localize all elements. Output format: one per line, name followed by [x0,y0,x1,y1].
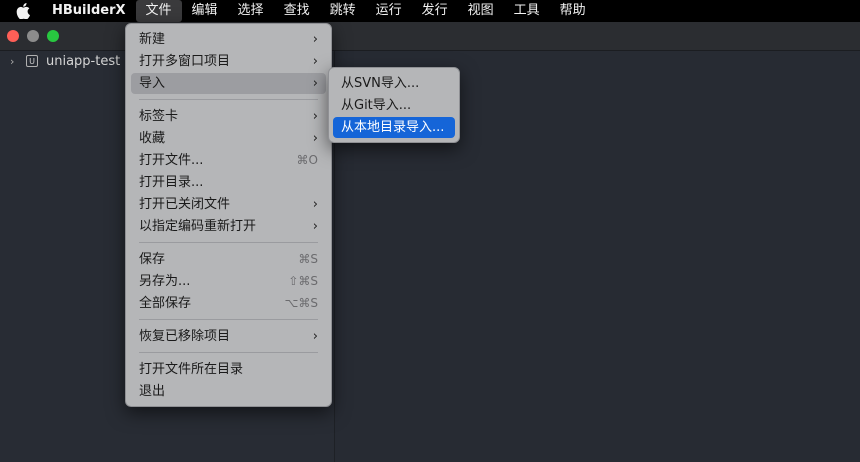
submenu-item-import-local-dir[interactable]: 从本地目录导入... [333,117,455,138]
project-name: uniapp-test [46,53,121,69]
menu-item-label: 以指定编码重新打开 [139,219,257,234]
menu-item-label: 打开已关闭文件 [139,197,231,212]
menu-separator [139,242,318,243]
chevron-right-icon: › [312,131,318,146]
menu-view[interactable]: 视图 [458,0,504,22]
menu-item-open-file[interactable]: 打开文件... ⌘O [131,150,326,171]
menu-item-open-closed-file[interactable]: 打开已关闭文件 › [131,194,326,215]
file-dropdown-menu: 新建 › 打开多窗口项目 › 导入 › 标签卡 › 收藏 › 打开文件... ⌘… [125,23,332,407]
menu-separator [139,319,318,320]
menu-item-label: 保存 [139,252,166,267]
menu-item-label: 标签卡 [139,109,179,124]
menu-item-import[interactable]: 导入 › [131,73,326,94]
menu-help[interactable]: 帮助 [550,0,596,22]
menu-item-label: 打开文件... [139,153,204,168]
menu-item-shortcut: ⌘S [298,252,318,266]
menu-file[interactable]: 文件 [135,0,182,22]
project-folder-icon: U [26,55,38,67]
window-minimize-button[interactable] [27,30,39,42]
chevron-right-icon: › [312,197,318,212]
menu-item-restore-removed-project[interactable]: 恢复已移除项目 › [131,326,326,347]
apple-logo-icon[interactable] [16,2,34,20]
menu-edit[interactable]: 编辑 [182,0,228,22]
menu-select[interactable]: 选择 [228,0,274,22]
menu-app-name[interactable]: HBuilderX [52,0,136,22]
menu-item-favorites[interactable]: 收藏 › [131,128,326,149]
chevron-right-icon: › [312,109,318,124]
menu-item-label: 打开目录... [139,175,204,190]
menu-item-open-containing-directory[interactable]: 打开文件所在目录 [131,359,326,380]
menu-publish[interactable]: 发行 [412,0,458,22]
chevron-right-icon: › [312,32,318,47]
menu-item-open-directory[interactable]: 打开目录... [131,172,326,193]
menu-item-exit[interactable]: 退出 [131,381,326,402]
menu-separator [139,99,318,100]
chevron-right-icon: › [312,76,318,91]
menu-item-label: 打开文件所在目录 [139,362,244,377]
menu-separator [139,352,318,353]
menu-item-label: 另存为... [139,274,191,289]
chevron-right-icon: › [312,54,318,69]
menu-bar: HBuilderX 文件 编辑 选择 查找 跳转 运行 发行 视图 工具 帮助 [0,0,860,22]
menu-find[interactable]: 查找 [274,0,320,22]
menu-item-label: 退出 [139,384,166,399]
menu-item-label: 导入 [139,76,166,91]
menu-item-reopen-with-encoding[interactable]: 以指定编码重新打开 › [131,216,326,237]
chevron-right-icon: › [312,329,318,344]
menu-item-save[interactable]: 保存 ⌘S [131,249,326,270]
menu-item-label: 收藏 [139,131,166,146]
menu-item-label: 恢复已移除项目 [139,329,231,344]
submenu-item-import-git[interactable]: 从Git导入... [333,95,455,116]
window-close-button[interactable] [7,30,19,42]
menu-item-shortcut: ⇧⌘S [288,274,318,288]
menu-item-shortcut: ⌥⌘S [284,296,318,310]
menu-item-open-multi-window-project[interactable]: 打开多窗口项目 › [131,51,326,72]
submenu-item-import-svn[interactable]: 从SVN导入... [333,73,455,94]
menu-item-new[interactable]: 新建 › [131,29,326,50]
menu-item-shortcut: ⌘O [296,153,318,167]
menu-item-label: 新建 [139,32,166,47]
import-submenu: 从SVN导入... 从Git导入... 从本地目录导入... [328,67,460,143]
menu-item-label: 打开多窗口项目 [139,54,231,69]
window-zoom-button[interactable] [47,30,59,42]
menu-item-label: 全部保存 [139,296,192,311]
menu-item-save-all[interactable]: 全部保存 ⌥⌘S [131,293,326,314]
menu-run[interactable]: 运行 [366,0,412,22]
menu-item-save-as[interactable]: 另存为... ⇧⌘S [131,271,326,292]
menu-item-tabs[interactable]: 标签卡 › [131,106,326,127]
chevron-right-icon[interactable]: › [10,55,20,68]
menu-tools[interactable]: 工具 [504,0,550,22]
menu-goto[interactable]: 跳转 [320,0,366,22]
chevron-right-icon: › [312,219,318,234]
